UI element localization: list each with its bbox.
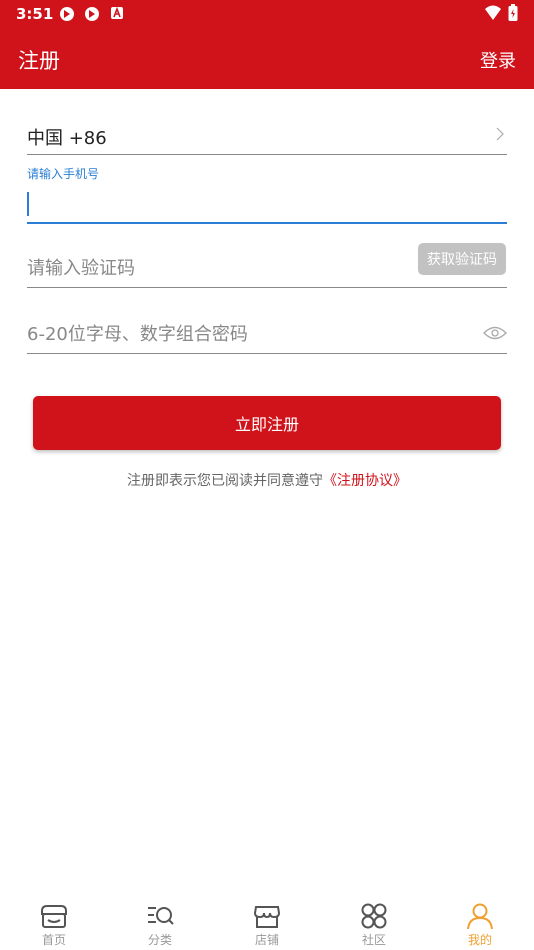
- shop-icon: [253, 906, 281, 928]
- tab-category[interactable]: 分类: [120, 894, 200, 950]
- verification-code-input[interactable]: [27, 252, 407, 284]
- divider: [27, 353, 507, 354]
- phone-field[interactable]: 请输入手机号: [27, 165, 507, 225]
- country-selector[interactable]: 中国 +86: [27, 118, 507, 155]
- text-caret: [27, 192, 29, 216]
- phone-input[interactable]: [27, 187, 507, 219]
- battery-icon: [508, 4, 518, 21]
- password-input[interactable]: [27, 318, 407, 350]
- tab-home[interactable]: 首页: [14, 894, 94, 950]
- tab-label: 社区: [361, 933, 386, 947]
- tab-label: 首页: [41, 933, 66, 947]
- tab-community[interactable]: 社区: [334, 894, 414, 950]
- verification-code-field[interactable]: 获取验证码: [27, 243, 507, 288]
- status-bar: 3:51: [0, 0, 534, 28]
- divider: [27, 287, 507, 288]
- app-bar: 注册 登录: [0, 28, 534, 89]
- agreement-text: 注册即表示您已阅读并同意遵守《注册协议》: [0, 470, 534, 490]
- divider: [27, 154, 507, 155]
- category-search-icon: [148, 907, 174, 925]
- notification-app-icon: [60, 7, 74, 21]
- phone-label: 请输入手机号: [27, 167, 100, 181]
- home-store-icon: [41, 905, 67, 928]
- page-title: 注册: [18, 49, 60, 73]
- tab-label: 分类: [147, 933, 172, 947]
- agreement-link[interactable]: 《注册协议》: [323, 473, 407, 489]
- get-code-button[interactable]: 获取验证码: [418, 243, 506, 275]
- agreement-prefix: 注册即表示您已阅读并同意遵守: [127, 473, 323, 489]
- tab-profile[interactable]: 我的: [440, 894, 520, 950]
- status-time: 3:51: [16, 5, 54, 23]
- community-grid-icon: [361, 903, 387, 929]
- bottom-tab-bar: 首页 分类 店铺 社区 我的: [0, 894, 534, 950]
- eye-icon[interactable]: [483, 326, 507, 340]
- profile-icon: [467, 903, 493, 930]
- chevron-right-icon: [496, 127, 504, 141]
- tab-shop[interactable]: 店铺: [227, 894, 307, 950]
- notification-app-icon-2: [85, 7, 99, 21]
- country-code: 中国 +86: [27, 128, 107, 149]
- password-field[interactable]: [27, 310, 507, 354]
- tab-label: 店铺: [254, 933, 279, 947]
- register-button[interactable]: 立即注册: [33, 396, 501, 450]
- tab-label: 我的: [467, 933, 492, 947]
- wifi-icon: [485, 5, 501, 20]
- login-link[interactable]: 登录: [480, 47, 516, 73]
- notification-a-icon: [111, 6, 123, 19]
- focus-underline: [27, 222, 507, 224]
